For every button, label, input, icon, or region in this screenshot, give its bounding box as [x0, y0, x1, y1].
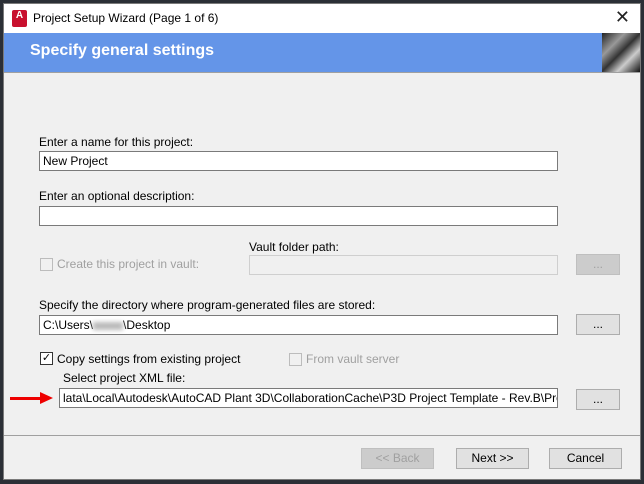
description-label: Enter an optional description: — [39, 189, 195, 203]
autocad-app-icon: A — [12, 10, 27, 27]
header-banner: Specify general settings — [4, 33, 640, 73]
cancel-button[interactable]: Cancel — [549, 448, 622, 469]
next-button[interactable]: Next >> — [456, 448, 529, 469]
redacted-username — [93, 321, 124, 330]
title-bar: A Project Setup Wizard (Page 1 of 6) ✕ — [4, 4, 640, 33]
vault-folder-input[interactable] — [249, 255, 558, 275]
description-input[interactable] — [39, 206, 558, 226]
create-in-vault-label: Create this project in vault: — [57, 257, 200, 271]
project-name-input[interactable]: New Project — [39, 151, 558, 171]
copy-settings-checkbox[interactable]: ✓ — [40, 352, 53, 365]
xml-file-input[interactable]: lata\Local\Autodesk\AutoCAD Plant 3D\Col… — [59, 388, 558, 408]
create-in-vault-checkbox[interactable] — [40, 258, 53, 271]
directory-input[interactable]: C:\Users\ \Desktop — [39, 315, 558, 335]
from-vault-label: From vault server — [306, 352, 400, 366]
vault-folder-browse-button[interactable]: ... — [576, 254, 620, 275]
directory-suffix: \Desktop — [123, 318, 171, 332]
project-name-label: Enter a name for this project: — [39, 135, 194, 149]
red-arrowhead-icon — [40, 392, 53, 404]
xml-file-browse-button[interactable]: ... — [576, 389, 620, 410]
project-setup-wizard-dialog: A Project Setup Wizard (Page 1 of 6) ✕ S… — [3, 3, 641, 480]
vault-folder-label: Vault folder path: — [249, 240, 339, 254]
directory-browse-button[interactable]: ... — [576, 314, 620, 335]
close-icon[interactable]: ✕ — [615, 7, 630, 28]
window-title: Project Setup Wizard (Page 1 of 6) — [33, 11, 219, 25]
from-vault-checkbox[interactable] — [289, 353, 302, 366]
xml-file-label: Select project XML file: — [63, 371, 186, 385]
copy-settings-label: Copy settings from existing project — [57, 352, 241, 366]
back-button[interactable]: << Back — [361, 448, 434, 469]
footer-divider — [4, 435, 640, 436]
page-title: Specify general settings — [30, 42, 215, 59]
red-arrow-annotation — [10, 397, 42, 400]
directory-prefix: C:\Users\ — [43, 318, 94, 332]
plant-image — [602, 33, 640, 72]
directory-label: Specify the directory where program-gene… — [39, 298, 376, 312]
